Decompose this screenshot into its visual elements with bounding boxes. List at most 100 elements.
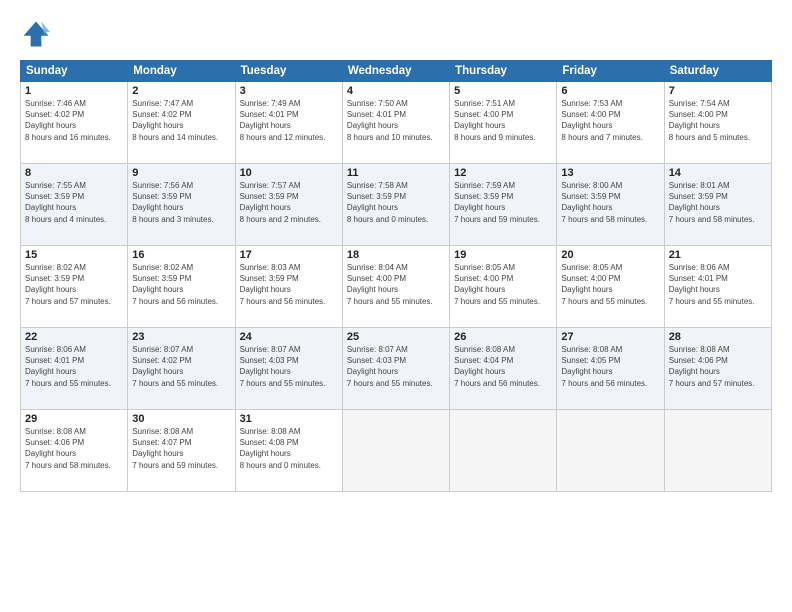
weekday-header-friday: Friday bbox=[557, 61, 664, 82]
day-number: 3 bbox=[240, 85, 338, 97]
day-info: Sunrise: 8:07 AMSunset: 4:02 PMDaylight … bbox=[132, 344, 230, 389]
weekday-header-row: SundayMondayTuesdayWednesdayThursdayFrid… bbox=[21, 61, 772, 82]
day-info: Sunrise: 7:51 AMSunset: 4:00 PMDaylight … bbox=[454, 98, 552, 143]
day-number: 15 bbox=[25, 249, 123, 261]
calendar-day-cell: 7Sunrise: 7:54 AMSunset: 4:00 PMDaylight… bbox=[664, 82, 771, 164]
day-number: 7 bbox=[669, 85, 767, 97]
calendar-day-cell: 10Sunrise: 7:57 AMSunset: 3:59 PMDayligh… bbox=[235, 164, 342, 246]
day-number: 13 bbox=[561, 167, 659, 179]
day-info: Sunrise: 8:02 AMSunset: 3:59 PMDaylight … bbox=[132, 262, 230, 307]
day-info: Sunrise: 7:47 AMSunset: 4:02 PMDaylight … bbox=[132, 98, 230, 143]
day-info: Sunrise: 8:00 AMSunset: 3:59 PMDaylight … bbox=[561, 180, 659, 225]
header bbox=[20, 18, 772, 50]
day-info: Sunrise: 7:58 AMSunset: 3:59 PMDaylight … bbox=[347, 180, 445, 225]
day-info: Sunrise: 7:49 AMSunset: 4:01 PMDaylight … bbox=[240, 98, 338, 143]
calendar-day-cell: 1Sunrise: 7:46 AMSunset: 4:02 PMDaylight… bbox=[21, 82, 128, 164]
day-number: 9 bbox=[132, 167, 230, 179]
calendar-day-cell: 26Sunrise: 8:08 AMSunset: 4:04 PMDayligh… bbox=[450, 328, 557, 410]
day-info: Sunrise: 7:55 AMSunset: 3:59 PMDaylight … bbox=[25, 180, 123, 225]
calendar-day-cell: 24Sunrise: 8:07 AMSunset: 4:03 PMDayligh… bbox=[235, 328, 342, 410]
calendar-day-cell: 15Sunrise: 8:02 AMSunset: 3:59 PMDayligh… bbox=[21, 246, 128, 328]
calendar-day-cell: 31Sunrise: 8:08 AMSunset: 4:08 PMDayligh… bbox=[235, 410, 342, 492]
day-info: Sunrise: 8:05 AMSunset: 4:00 PMDaylight … bbox=[561, 262, 659, 307]
day-number: 20 bbox=[561, 249, 659, 261]
day-number: 27 bbox=[561, 331, 659, 343]
calendar-day-cell: 19Sunrise: 8:05 AMSunset: 4:00 PMDayligh… bbox=[450, 246, 557, 328]
day-number: 5 bbox=[454, 85, 552, 97]
calendar-day-cell: 2Sunrise: 7:47 AMSunset: 4:02 PMDaylight… bbox=[128, 82, 235, 164]
calendar-day-cell: 8Sunrise: 7:55 AMSunset: 3:59 PMDaylight… bbox=[21, 164, 128, 246]
logo bbox=[20, 18, 56, 50]
day-number: 25 bbox=[347, 331, 445, 343]
day-number: 30 bbox=[132, 413, 230, 425]
day-info: Sunrise: 8:04 AMSunset: 4:00 PMDaylight … bbox=[347, 262, 445, 307]
calendar-day-cell: 18Sunrise: 8:04 AMSunset: 4:00 PMDayligh… bbox=[342, 246, 449, 328]
day-number: 16 bbox=[132, 249, 230, 261]
calendar-day-cell bbox=[664, 410, 771, 492]
calendar-day-cell: 6Sunrise: 7:53 AMSunset: 4:00 PMDaylight… bbox=[557, 82, 664, 164]
day-number: 22 bbox=[25, 331, 123, 343]
day-number: 8 bbox=[25, 167, 123, 179]
day-number: 29 bbox=[25, 413, 123, 425]
calendar-day-cell: 3Sunrise: 7:49 AMSunset: 4:01 PMDaylight… bbox=[235, 82, 342, 164]
day-number: 24 bbox=[240, 331, 338, 343]
day-info: Sunrise: 8:08 AMSunset: 4:04 PMDaylight … bbox=[454, 344, 552, 389]
calendar-day-cell: 13Sunrise: 8:00 AMSunset: 3:59 PMDayligh… bbox=[557, 164, 664, 246]
day-number: 4 bbox=[347, 85, 445, 97]
day-number: 1 bbox=[25, 85, 123, 97]
calendar-day-cell: 17Sunrise: 8:03 AMSunset: 3:59 PMDayligh… bbox=[235, 246, 342, 328]
calendar-day-cell: 28Sunrise: 8:08 AMSunset: 4:06 PMDayligh… bbox=[664, 328, 771, 410]
day-info: Sunrise: 8:05 AMSunset: 4:00 PMDaylight … bbox=[454, 262, 552, 307]
calendar-day-cell: 14Sunrise: 8:01 AMSunset: 3:59 PMDayligh… bbox=[664, 164, 771, 246]
calendar-day-cell: 20Sunrise: 8:05 AMSunset: 4:00 PMDayligh… bbox=[557, 246, 664, 328]
calendar-day-cell: 16Sunrise: 8:02 AMSunset: 3:59 PMDayligh… bbox=[128, 246, 235, 328]
day-info: Sunrise: 7:59 AMSunset: 3:59 PMDaylight … bbox=[454, 180, 552, 225]
day-number: 17 bbox=[240, 249, 338, 261]
day-number: 21 bbox=[669, 249, 767, 261]
calendar-week-row: 1Sunrise: 7:46 AMSunset: 4:02 PMDaylight… bbox=[21, 82, 772, 164]
calendar-week-row: 15Sunrise: 8:02 AMSunset: 3:59 PMDayligh… bbox=[21, 246, 772, 328]
calendar-day-cell: 22Sunrise: 8:06 AMSunset: 4:01 PMDayligh… bbox=[21, 328, 128, 410]
day-info: Sunrise: 7:53 AMSunset: 4:00 PMDaylight … bbox=[561, 98, 659, 143]
calendar-day-cell: 9Sunrise: 7:56 AMSunset: 3:59 PMDaylight… bbox=[128, 164, 235, 246]
calendar-day-cell: 29Sunrise: 8:08 AMSunset: 4:06 PMDayligh… bbox=[21, 410, 128, 492]
weekday-header-monday: Monday bbox=[128, 61, 235, 82]
calendar-day-cell bbox=[342, 410, 449, 492]
day-info: Sunrise: 8:08 AMSunset: 4:05 PMDaylight … bbox=[561, 344, 659, 389]
day-number: 28 bbox=[669, 331, 767, 343]
calendar-day-cell: 27Sunrise: 8:08 AMSunset: 4:05 PMDayligh… bbox=[557, 328, 664, 410]
weekday-header-tuesday: Tuesday bbox=[235, 61, 342, 82]
day-number: 12 bbox=[454, 167, 552, 179]
calendar-day-cell: 5Sunrise: 7:51 AMSunset: 4:00 PMDaylight… bbox=[450, 82, 557, 164]
calendar-day-cell: 4Sunrise: 7:50 AMSunset: 4:01 PMDaylight… bbox=[342, 82, 449, 164]
day-info: Sunrise: 7:54 AMSunset: 4:00 PMDaylight … bbox=[669, 98, 767, 143]
day-number: 6 bbox=[561, 85, 659, 97]
calendar-day-cell: 25Sunrise: 8:07 AMSunset: 4:03 PMDayligh… bbox=[342, 328, 449, 410]
page: SundayMondayTuesdayWednesdayThursdayFrid… bbox=[0, 0, 792, 612]
day-info: Sunrise: 8:06 AMSunset: 4:01 PMDaylight … bbox=[25, 344, 123, 389]
calendar-day-cell bbox=[557, 410, 664, 492]
calendar-day-cell: 23Sunrise: 8:07 AMSunset: 4:02 PMDayligh… bbox=[128, 328, 235, 410]
day-number: 2 bbox=[132, 85, 230, 97]
day-number: 31 bbox=[240, 413, 338, 425]
day-number: 19 bbox=[454, 249, 552, 261]
weekday-header-saturday: Saturday bbox=[664, 61, 771, 82]
day-info: Sunrise: 7:56 AMSunset: 3:59 PMDaylight … bbox=[132, 180, 230, 225]
day-number: 26 bbox=[454, 331, 552, 343]
calendar-day-cell: 30Sunrise: 8:08 AMSunset: 4:07 PMDayligh… bbox=[128, 410, 235, 492]
logo-icon bbox=[20, 18, 52, 50]
weekday-header-sunday: Sunday bbox=[21, 61, 128, 82]
day-info: Sunrise: 8:08 AMSunset: 4:08 PMDaylight … bbox=[240, 426, 338, 471]
day-number: 10 bbox=[240, 167, 338, 179]
calendar-day-cell: 12Sunrise: 7:59 AMSunset: 3:59 PMDayligh… bbox=[450, 164, 557, 246]
day-number: 14 bbox=[669, 167, 767, 179]
day-info: Sunrise: 8:08 AMSunset: 4:06 PMDaylight … bbox=[25, 426, 123, 471]
calendar-day-cell: 21Sunrise: 8:06 AMSunset: 4:01 PMDayligh… bbox=[664, 246, 771, 328]
day-number: 23 bbox=[132, 331, 230, 343]
day-info: Sunrise: 8:01 AMSunset: 3:59 PMDaylight … bbox=[669, 180, 767, 225]
day-info: Sunrise: 8:07 AMSunset: 4:03 PMDaylight … bbox=[347, 344, 445, 389]
day-info: Sunrise: 8:03 AMSunset: 3:59 PMDaylight … bbox=[240, 262, 338, 307]
day-info: Sunrise: 7:57 AMSunset: 3:59 PMDaylight … bbox=[240, 180, 338, 225]
day-info: Sunrise: 8:02 AMSunset: 3:59 PMDaylight … bbox=[25, 262, 123, 307]
calendar-week-row: 29Sunrise: 8:08 AMSunset: 4:06 PMDayligh… bbox=[21, 410, 772, 492]
